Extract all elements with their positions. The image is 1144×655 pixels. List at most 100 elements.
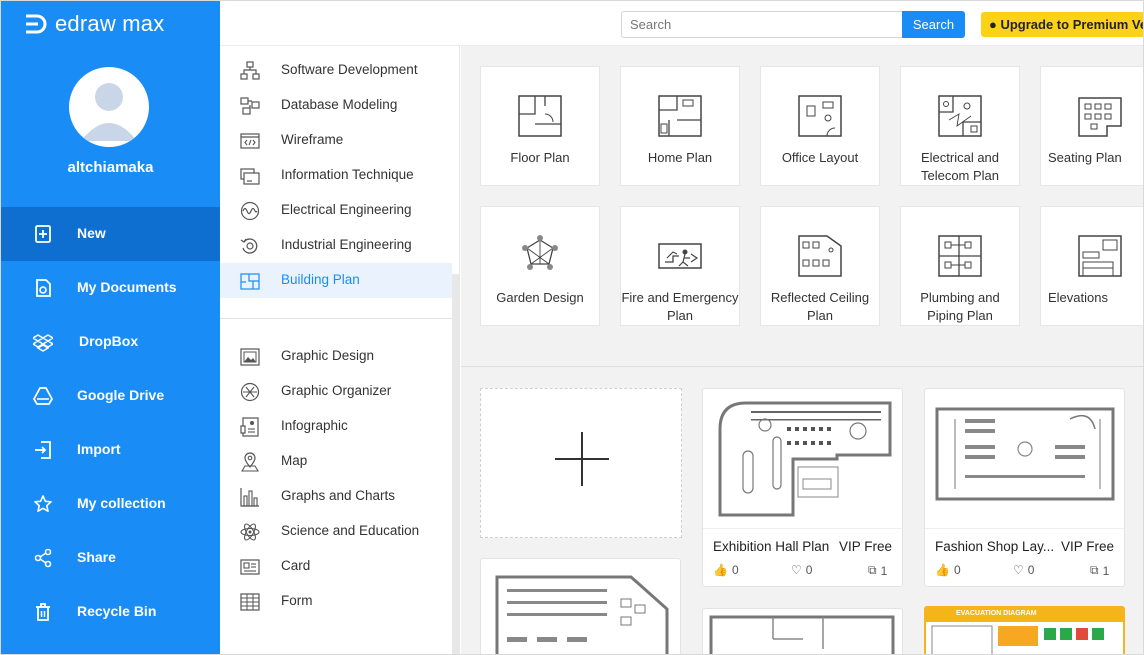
main-content: Floor Plan Home Plan Office Layout Elect… [461,46,1143,654]
category-software-development[interactable]: Software Development [220,53,452,88]
category-building-plan[interactable]: Building Plan [220,263,452,298]
fashion-shop-floorplan-image [935,407,1115,501]
nav-item-my-documents[interactable]: My Documents [1,261,220,315]
category-information-technique[interactable]: Information Technique [220,158,452,193]
gear-cycle-icon [240,238,258,254]
example-card-exhibition-hall[interactable]: Exhibition Hall Plan VIP Free 👍 0 ♡ 0 ⧉ 1 [702,388,903,587]
category-database-modeling[interactable]: Database Modeling [220,88,452,123]
example-card-evacuation[interactable]: EVACUATION DIAGRAM [924,606,1125,654]
edraw-max-window: edraw max altchiamaka New My Documents D… [0,0,1144,655]
category-label: Electrical Engineering [281,202,412,217]
likes-value: 0 [953,563,961,577]
garden-design-icon [522,235,558,270]
new-blank-drawing-button[interactable] [480,388,682,538]
app-logo[interactable]: edraw max [23,11,164,37]
category-graphic-design[interactable]: Graphic Design [220,339,452,374]
category-industrial-engineering[interactable]: Industrial Engineering [220,228,452,263]
template-elevations[interactable]: Elevations [1040,206,1143,326]
template-floor-plan[interactable]: Floor Plan [480,66,600,186]
waveform-icon [240,201,260,221]
favorites-count[interactable]: ♡ 0 [791,563,812,577]
nav-item-label: New [77,225,106,241]
database-icon [240,97,260,115]
category-wireframe[interactable]: Wireframe [220,123,452,158]
nav-item-my-collection[interactable]: My collection [1,477,220,531]
edraw-logo-icon [26,14,47,34]
bar-chart-icon [240,488,259,507]
ceiling-plan-icon [798,235,842,277]
search-button[interactable]: Search [902,11,965,38]
left-navigation: edraw max altchiamaka New My Documents D… [1,1,220,654]
heart-icon: ♡ [791,563,802,577]
copies-value: 1 [1102,563,1110,578]
nav-item-share[interactable]: Share [1,531,220,585]
table-icon [240,593,260,611]
category-electrical-engineering[interactable]: Electrical Engineering [220,193,452,228]
template-plumbing-and-piping-plan[interactable]: Plumbing and Piping Plan [900,206,1020,326]
example-card-partial[interactable] [702,608,903,654]
nav-item-label: Share [77,549,116,565]
section-divider [461,366,1143,367]
category-card[interactable]: Card [220,549,452,584]
category-label: Card [281,558,311,573]
template-garden-design[interactable]: Garden Design [480,206,600,326]
evacuation-diagram-image [931,625,1104,654]
category-label: Graphs and Charts [281,488,396,503]
template-seating-plan[interactable]: Seating Plan [1040,66,1143,186]
category-label: Industrial Engineering [281,237,412,252]
template-reflected-ceiling-plan[interactable]: Reflected Ceiling Plan [760,206,880,326]
library-floorplan-image [495,575,669,654]
search-input[interactable] [621,11,903,38]
category-infographic[interactable]: Infographic [220,409,452,444]
category-divider [220,318,452,319]
category-label: Form [281,593,313,608]
category-graphic-organizer[interactable]: Graphic Organizer [220,374,452,409]
category-graphs-and-charts[interactable]: Graphs and Charts [220,479,452,514]
dropbox-icon [33,334,53,352]
documents-icon [36,279,51,297]
favorites-value: 0 [805,563,813,577]
nav-item-label: Google Drive [77,387,165,403]
nav-item-label: My collection [77,495,166,511]
floor-plan-icon [518,95,562,137]
template-label: Fire and Emergency Plan [621,290,739,323]
upgrade-premium-button[interactable]: ● Upgrade to Premium Ver [981,12,1143,37]
avatar[interactable] [69,67,149,147]
username[interactable]: altchiamaka [1,159,220,176]
top-bar: Search ● Upgrade to Premium Ver [220,1,1143,46]
likes-count[interactable]: 👍 0 [713,563,739,577]
category-scrollbar[interactable] [452,274,459,654]
nav-item-new[interactable]: New [1,207,220,261]
user-silhouette-icon [81,83,137,141]
category-label: Graphic Design [281,348,375,363]
trash-icon [36,603,50,621]
template-electrical-and-telecom-plan[interactable]: Electrical and Telecom Plan [900,66,1020,186]
category-map[interactable]: Map [220,444,452,479]
template-fire-and-emergency-plan[interactable]: Fire and Emergency Plan [620,206,740,326]
category-form[interactable]: Form [220,584,452,619]
share-icon [34,548,52,568]
exhibition-hall-floorplan-image [718,401,892,517]
seating-plan-icon [1078,97,1122,137]
template-label: Reflected Ceiling Plan [770,290,870,323]
template-office-layout[interactable]: Office Layout [760,66,880,186]
nav-item-dropbox[interactable]: DropBox [1,315,220,369]
nav-item-google-drive[interactable]: Google Drive [1,369,220,423]
nav-item-recycle-bin[interactable]: Recycle Bin [1,585,220,639]
example-card-partial[interactable] [480,558,681,654]
copy-icon: ⧉ [868,563,877,577]
copies-count[interactable]: ⧉ 1 [1090,563,1109,578]
template-home-plan[interactable]: Home Plan [620,66,740,186]
likes-count[interactable]: 👍 0 [935,563,961,577]
heart-icon: ♡ [1013,563,1024,577]
category-label: Wireframe [281,132,344,147]
nav-item-import[interactable]: Import [1,423,220,477]
template-label: Seating Plan [1048,150,1122,165]
copies-count[interactable]: ⧉ 1 [868,563,887,578]
new-file-icon [35,225,51,243]
example-card-fashion-shop[interactable]: Fashion Shop Lay... VIP Free 👍 0 ♡ 0 ⧉ 1 [924,388,1125,587]
nav-item-label: Recycle Bin [77,603,157,619]
category-science-and-education[interactable]: Science and Education [220,514,452,549]
category-label: Software Development [281,62,418,77]
favorites-count[interactable]: ♡ 0 [1013,563,1034,577]
